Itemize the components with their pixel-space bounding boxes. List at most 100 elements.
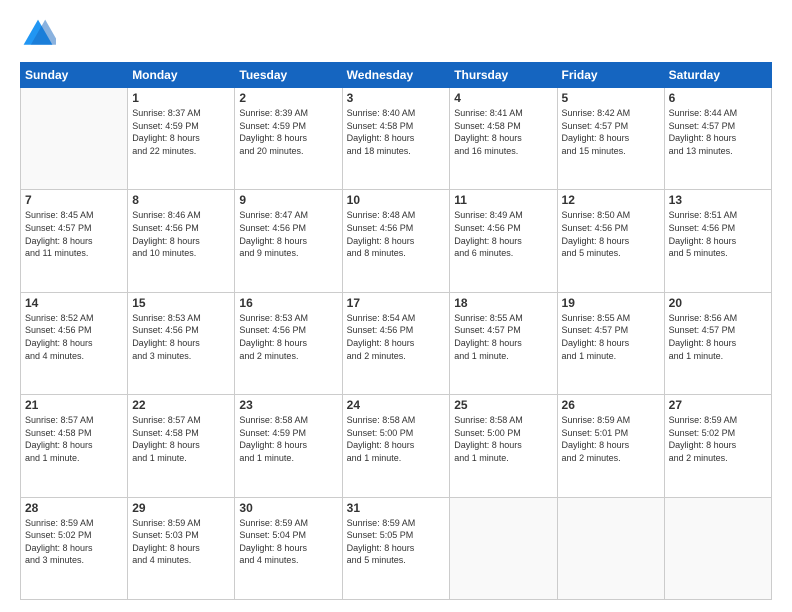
calendar-cell: 22 Sunrise: 8:57 AM Sunset: 4:58 PM Dayli…: [128, 395, 235, 497]
day-info: Sunrise: 8:39 AM Sunset: 4:59 PM Dayligh…: [239, 107, 337, 157]
day-number: 18: [454, 296, 552, 310]
calendar-week-row: 28 Sunrise: 8:59 AM Sunset: 5:02 PM Dayli…: [21, 497, 772, 599]
day-info: Sunrise: 8:44 AM Sunset: 4:57 PM Dayligh…: [669, 107, 767, 157]
day-info: Sunrise: 8:55 AM Sunset: 4:57 PM Dayligh…: [562, 312, 660, 362]
day-number: 22: [132, 398, 230, 412]
day-info: Sunrise: 8:49 AM Sunset: 4:56 PM Dayligh…: [454, 209, 552, 259]
calendar-cell: 4 Sunrise: 8:41 AM Sunset: 4:58 PM Daylig…: [450, 88, 557, 190]
day-info: Sunrise: 8:52 AM Sunset: 4:56 PM Dayligh…: [25, 312, 123, 362]
day-number: 27: [669, 398, 767, 412]
day-number: 7: [25, 193, 123, 207]
day-number: 17: [347, 296, 446, 310]
day-info: Sunrise: 8:46 AM Sunset: 4:56 PM Dayligh…: [132, 209, 230, 259]
calendar-cell: 2 Sunrise: 8:39 AM Sunset: 4:59 PM Daylig…: [235, 88, 342, 190]
day-number: 21: [25, 398, 123, 412]
calendar-week-row: 14 Sunrise: 8:52 AM Sunset: 4:56 PM Dayli…: [21, 292, 772, 394]
day-info: Sunrise: 8:57 AM Sunset: 4:58 PM Dayligh…: [25, 414, 123, 464]
day-info: Sunrise: 8:59 AM Sunset: 5:01 PM Dayligh…: [562, 414, 660, 464]
day-number: 26: [562, 398, 660, 412]
calendar-cell: 27 Sunrise: 8:59 AM Sunset: 5:02 PM Dayli…: [664, 395, 771, 497]
calendar-cell: 7Sunrise: 8:45 AM Sunset: 4:57 PM Daylig…: [21, 190, 128, 292]
calendar-body: 1 Sunrise: 8:37 AM Sunset: 4:59 PM Daylig…: [21, 88, 772, 600]
day-number: 14: [25, 296, 123, 310]
calendar-cell: 20Sunrise: 8:56 AM Sunset: 4:57 PM Dayli…: [664, 292, 771, 394]
calendar-cell: 16Sunrise: 8:53 AM Sunset: 4:56 PM Dayli…: [235, 292, 342, 394]
day-header-monday: Monday: [128, 63, 235, 88]
day-info: Sunrise: 8:56 AM Sunset: 4:57 PM Dayligh…: [669, 312, 767, 362]
header: [20, 16, 772, 52]
calendar-cell: 25 Sunrise: 8:58 AM Sunset: 5:00 PM Dayli…: [450, 395, 557, 497]
day-header-sunday: Sunday: [21, 63, 128, 88]
calendar-cell: 1 Sunrise: 8:37 AM Sunset: 4:59 PM Daylig…: [128, 88, 235, 190]
day-number: 10: [347, 193, 446, 207]
day-info: Sunrise: 8:47 AM Sunset: 4:56 PM Dayligh…: [239, 209, 337, 259]
calendar-cell: 11 Sunrise: 8:49 AM Sunset: 4:56 PM Dayli…: [450, 190, 557, 292]
calendar-week-row: 21 Sunrise: 8:57 AM Sunset: 4:58 PM Dayli…: [21, 395, 772, 497]
day-info: Sunrise: 8:58 AM Sunset: 5:00 PM Dayligh…: [347, 414, 446, 464]
day-number: 29: [132, 501, 230, 515]
day-info: Sunrise: 8:42 AM Sunset: 4:57 PM Dayligh…: [562, 107, 660, 157]
calendar-cell: 26 Sunrise: 8:59 AM Sunset: 5:01 PM Dayli…: [557, 395, 664, 497]
calendar-cell: 8 Sunrise: 8:46 AM Sunset: 4:56 PM Daylig…: [128, 190, 235, 292]
day-info: Sunrise: 8:51 AM Sunset: 4:56 PM Dayligh…: [669, 209, 767, 259]
calendar-cell: 23 Sunrise: 8:58 AM Sunset: 4:59 PM Dayli…: [235, 395, 342, 497]
day-number: 11: [454, 193, 552, 207]
calendar-cell: 3Sunrise: 8:40 AM Sunset: 4:58 PM Daylig…: [342, 88, 450, 190]
day-number: 12: [562, 193, 660, 207]
day-number: 23: [239, 398, 337, 412]
day-info: Sunrise: 8:53 AM Sunset: 4:56 PM Dayligh…: [239, 312, 337, 362]
calendar-cell: 13 Sunrise: 8:51 AM Sunset: 4:56 PM Dayli…: [664, 190, 771, 292]
calendar-week-row: 7Sunrise: 8:45 AM Sunset: 4:57 PM Daylig…: [21, 190, 772, 292]
day-number: 8: [132, 193, 230, 207]
day-number: 2: [239, 91, 337, 105]
day-info: Sunrise: 8:41 AM Sunset: 4:58 PM Dayligh…: [454, 107, 552, 157]
calendar-cell: 12 Sunrise: 8:50 AM Sunset: 4:56 PM Dayli…: [557, 190, 664, 292]
day-info: Sunrise: 8:59 AM Sunset: 5:04 PM Dayligh…: [239, 517, 337, 567]
day-info: Sunrise: 8:59 AM Sunset: 5:05 PM Dayligh…: [347, 517, 446, 567]
page: SundayMondayTuesdayWednesdayThursdayFrid…: [0, 0, 792, 612]
calendar-cell: 24 Sunrise: 8:58 AM Sunset: 5:00 PM Dayli…: [342, 395, 450, 497]
calendar-cell: 30 Sunrise: 8:59 AM Sunset: 5:04 PM Dayli…: [235, 497, 342, 599]
calendar-cell: [664, 497, 771, 599]
calendar-cell: 21 Sunrise: 8:57 AM Sunset: 4:58 PM Dayli…: [21, 395, 128, 497]
day-info: Sunrise: 8:57 AM Sunset: 4:58 PM Dayligh…: [132, 414, 230, 464]
day-info: Sunrise: 8:58 AM Sunset: 4:59 PM Dayligh…: [239, 414, 337, 464]
day-header-thursday: Thursday: [450, 63, 557, 88]
day-number: 5: [562, 91, 660, 105]
day-header-wednesday: Wednesday: [342, 63, 450, 88]
day-info: Sunrise: 8:58 AM Sunset: 5:00 PM Dayligh…: [454, 414, 552, 464]
day-info: Sunrise: 8:37 AM Sunset: 4:59 PM Dayligh…: [132, 107, 230, 157]
day-info: Sunrise: 8:50 AM Sunset: 4:56 PM Dayligh…: [562, 209, 660, 259]
day-number: 30: [239, 501, 337, 515]
day-number: 28: [25, 501, 123, 515]
day-number: 31: [347, 501, 446, 515]
day-info: Sunrise: 8:59 AM Sunset: 5:03 PM Dayligh…: [132, 517, 230, 567]
calendar-cell: 19Sunrise: 8:55 AM Sunset: 4:57 PM Dayli…: [557, 292, 664, 394]
day-info: Sunrise: 8:59 AM Sunset: 5:02 PM Dayligh…: [669, 414, 767, 464]
day-number: 4: [454, 91, 552, 105]
calendar-cell: 9 Sunrise: 8:47 AM Sunset: 4:56 PM Daylig…: [235, 190, 342, 292]
calendar-cell: [557, 497, 664, 599]
day-info: Sunrise: 8:53 AM Sunset: 4:56 PM Dayligh…: [132, 312, 230, 362]
day-number: 25: [454, 398, 552, 412]
day-info: Sunrise: 8:59 AM Sunset: 5:02 PM Dayligh…: [25, 517, 123, 567]
calendar-cell: 10Sunrise: 8:48 AM Sunset: 4:56 PM Dayli…: [342, 190, 450, 292]
calendar-cell: 5 Sunrise: 8:42 AM Sunset: 4:57 PM Daylig…: [557, 88, 664, 190]
day-number: 13: [669, 193, 767, 207]
calendar-header: SundayMondayTuesdayWednesdayThursdayFrid…: [21, 63, 772, 88]
calendar-cell: 31 Sunrise: 8:59 AM Sunset: 5:05 PM Dayli…: [342, 497, 450, 599]
logo: [20, 16, 60, 52]
calendar-cell: 6 Sunrise: 8:44 AM Sunset: 4:57 PM Daylig…: [664, 88, 771, 190]
days-header-row: SundayMondayTuesdayWednesdayThursdayFrid…: [21, 63, 772, 88]
day-number: 9: [239, 193, 337, 207]
calendar-cell: 29 Sunrise: 8:59 AM Sunset: 5:03 PM Dayli…: [128, 497, 235, 599]
calendar-cell: 15 Sunrise: 8:53 AM Sunset: 4:56 PM Dayli…: [128, 292, 235, 394]
calendar-cell: [21, 88, 128, 190]
day-number: 6: [669, 91, 767, 105]
day-number: 15: [132, 296, 230, 310]
day-header-saturday: Saturday: [664, 63, 771, 88]
calendar-cell: 28 Sunrise: 8:59 AM Sunset: 5:02 PM Dayli…: [21, 497, 128, 599]
day-number: 24: [347, 398, 446, 412]
day-number: 1: [132, 91, 230, 105]
calendar-cell: 14 Sunrise: 8:52 AM Sunset: 4:56 PM Dayli…: [21, 292, 128, 394]
